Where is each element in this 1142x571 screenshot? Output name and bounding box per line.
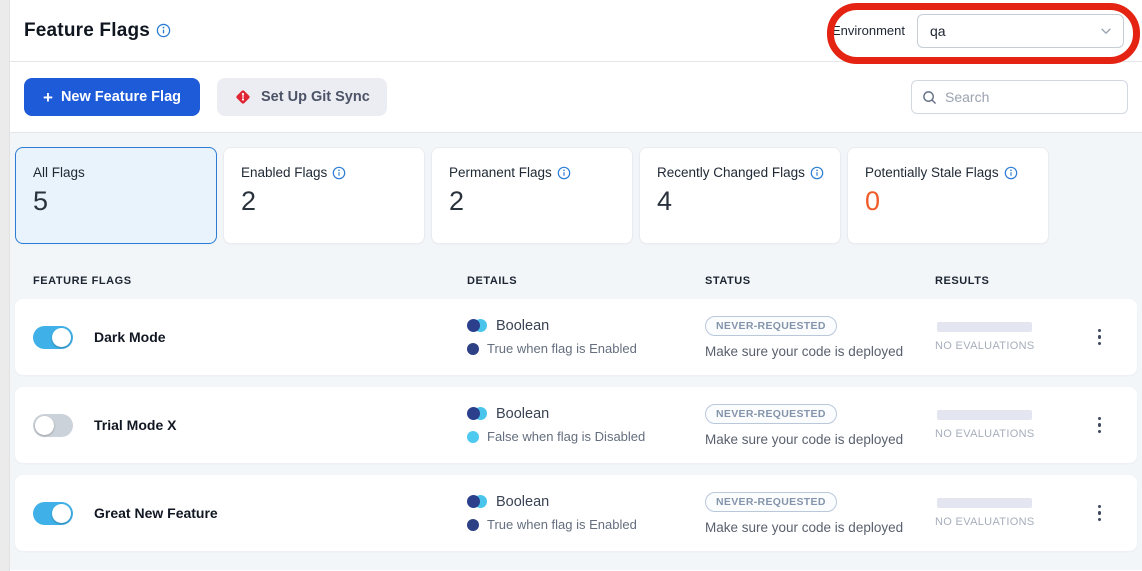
stat-card-label: Enabled Flags xyxy=(241,165,327,180)
rule-dot-icon xyxy=(467,431,479,443)
environment-picker: Environment qa xyxy=(832,14,1124,48)
stat-card-value: 4 xyxy=(657,186,826,217)
environment-select[interactable]: qa xyxy=(917,14,1124,48)
rule-dot-icon xyxy=(467,343,479,355)
info-icon[interactable] xyxy=(810,166,824,180)
plus-icon: + xyxy=(43,89,53,106)
info-icon[interactable] xyxy=(557,166,571,180)
flag-rows: Dark Mode Boolean True when flag is Enab… xyxy=(15,299,1137,551)
stat-card-value: 2 xyxy=(241,186,410,217)
flag-results: NO EVALUATIONS xyxy=(935,498,1137,528)
kebab-menu-icon[interactable] xyxy=(1092,499,1108,528)
column-header-feature-flags: FEATURE FLAGS xyxy=(33,275,467,287)
search-box xyxy=(911,80,1128,114)
status-text: Make sure your code is deployed xyxy=(705,520,935,535)
setup-git-sync-button[interactable]: Set Up Git Sync xyxy=(217,78,387,116)
column-header-details: DETAILS xyxy=(467,275,705,287)
flag-toggle[interactable] xyxy=(33,326,73,349)
status-text: Make sure your code is deployed xyxy=(705,432,935,447)
flag-name: Trial Mode X xyxy=(94,417,176,433)
stat-card[interactable]: All Flags 5 xyxy=(15,147,217,244)
flag-status: NEVER-REQUESTED Make sure your code is d… xyxy=(705,316,935,359)
flag-type-label: Boolean xyxy=(496,406,549,422)
content-area: All Flags 5 Enabled Flags 2 Permanent Fl… xyxy=(10,133,1142,570)
boolean-type-icon xyxy=(467,495,487,509)
flag-rule-text: True when flag is Enabled xyxy=(487,341,637,356)
search-input[interactable] xyxy=(945,89,1117,105)
flag-name: Great New Feature xyxy=(94,505,218,521)
flag-rule-text: False when flag is Disabled xyxy=(487,429,645,444)
flag-status: NEVER-REQUESTED Make sure your code is d… xyxy=(705,404,935,447)
results-label: NO EVALUATIONS xyxy=(935,340,1035,352)
flag-type-label: Boolean xyxy=(496,318,549,334)
toolbar: + New Feature Flag Set Up Git Sync xyxy=(10,62,1142,133)
column-header-results: RESULTS xyxy=(935,275,1137,287)
stat-card-label: All Flags xyxy=(33,165,85,180)
evaluations-bar xyxy=(937,322,1032,332)
table-header: FEATURE FLAGS DETAILS STATUS RESULTS xyxy=(15,275,1137,287)
evaluations-bar xyxy=(937,410,1032,420)
stat-card[interactable]: Enabled Flags 2 xyxy=(223,147,425,244)
page-header: Feature Flags Environment qa xyxy=(10,0,1142,62)
feature-flags-page: Feature Flags Environment qa + New Featu… xyxy=(10,0,1142,571)
info-icon[interactable] xyxy=(1004,166,1018,180)
evaluations-bar xyxy=(937,498,1032,508)
info-icon[interactable] xyxy=(332,166,346,180)
stat-card-label: Recently Changed Flags xyxy=(657,165,805,180)
new-feature-flag-label: New Feature Flag xyxy=(61,89,181,105)
flag-type-label: Boolean xyxy=(496,494,549,510)
flag-row[interactable]: Great New Feature Boolean True when flag… xyxy=(15,475,1137,551)
stat-card-label: Potentially Stale Flags xyxy=(865,165,999,180)
environment-selected-value: qa xyxy=(930,23,946,39)
boolean-type-icon xyxy=(467,319,487,333)
status-badge: NEVER-REQUESTED xyxy=(705,492,837,512)
status-badge: NEVER-REQUESTED xyxy=(705,404,837,424)
environment-label: Environment xyxy=(832,23,905,38)
stat-card-label: Permanent Flags xyxy=(449,165,552,180)
stat-card[interactable]: Recently Changed Flags 4 xyxy=(639,147,841,244)
stats-cards: All Flags 5 Enabled Flags 2 Permanent Fl… xyxy=(15,147,1137,244)
column-header-status: STATUS xyxy=(705,275,935,287)
results-label: NO EVALUATIONS xyxy=(935,516,1035,528)
info-icon[interactable] xyxy=(156,23,171,38)
chevron-down-icon xyxy=(1099,24,1113,38)
flag-results: NO EVALUATIONS xyxy=(935,410,1137,440)
stat-card-value: 2 xyxy=(449,186,618,217)
flag-details: Boolean True when flag is Enabled xyxy=(467,494,705,532)
left-panel-edge xyxy=(0,0,10,571)
stat-card-value: 0 xyxy=(865,186,1034,217)
flag-results: NO EVALUATIONS xyxy=(935,322,1137,352)
kebab-menu-icon[interactable] xyxy=(1092,411,1108,440)
stat-card[interactable]: Potentially Stale Flags 0 xyxy=(847,147,1049,244)
flag-name: Dark Mode xyxy=(94,329,166,345)
flag-details: Boolean False when flag is Disabled xyxy=(467,406,705,444)
git-diamond-icon xyxy=(234,88,252,106)
status-text: Make sure your code is deployed xyxy=(705,344,935,359)
flag-row[interactable]: Dark Mode Boolean True when flag is Enab… xyxy=(15,299,1137,375)
search-icon xyxy=(922,90,937,105)
page-title: Feature Flags xyxy=(24,20,150,42)
boolean-type-icon xyxy=(467,407,487,421)
flag-rule-text: True when flag is Enabled xyxy=(487,517,637,532)
rule-dot-icon xyxy=(467,519,479,531)
flag-details: Boolean True when flag is Enabled xyxy=(467,318,705,356)
flag-status: NEVER-REQUESTED Make sure your code is d… xyxy=(705,492,935,535)
flag-row[interactable]: Trial Mode X Boolean False when flag is … xyxy=(15,387,1137,463)
kebab-menu-icon[interactable] xyxy=(1092,323,1108,352)
setup-git-sync-label: Set Up Git Sync xyxy=(261,89,370,105)
new-feature-flag-button[interactable]: + New Feature Flag xyxy=(24,78,200,116)
results-label: NO EVALUATIONS xyxy=(935,428,1035,440)
stat-card-value: 5 xyxy=(33,186,202,217)
flag-toggle[interactable] xyxy=(33,414,73,437)
flag-toggle[interactable] xyxy=(33,502,73,525)
stat-card[interactable]: Permanent Flags 2 xyxy=(431,147,633,244)
status-badge: NEVER-REQUESTED xyxy=(705,316,837,336)
